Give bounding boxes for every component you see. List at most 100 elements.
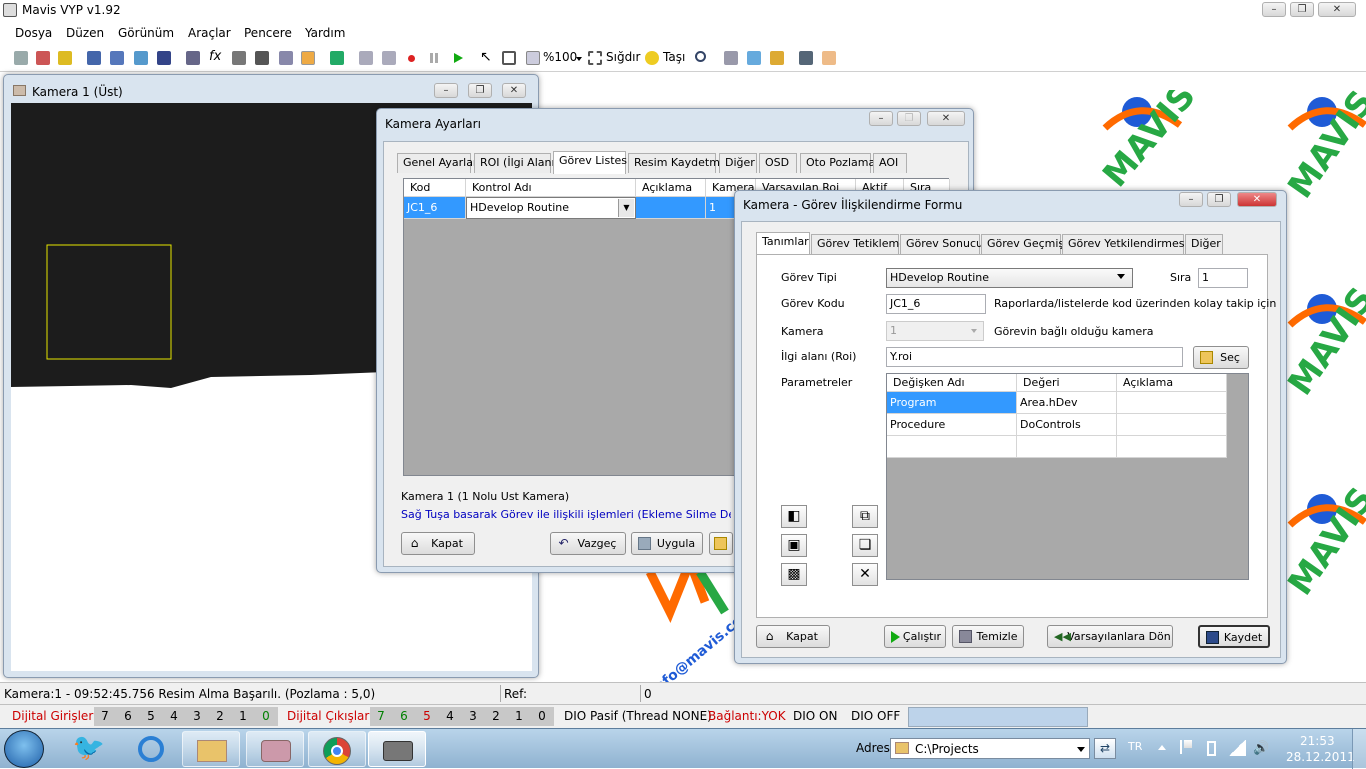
close-button[interactable]: ✕: [1318, 2, 1356, 17]
grid-icon[interactable]: [14, 51, 28, 65]
table-cell[interactable]: Area.hDev: [1017, 392, 1117, 414]
crop-icon[interactable]: [502, 51, 516, 65]
table-cell[interactable]: DoControls: [1017, 414, 1117, 436]
show-desktop-button[interactable]: [1352, 729, 1366, 769]
layout-button[interactable]: ◧: [781, 505, 807, 528]
table-cell[interactable]: Program: [887, 392, 1017, 414]
tab-gorev-gecmisi[interactable]: Görev Geçmişi: [981, 234, 1067, 254]
gear-icon[interactable]: [87, 51, 101, 65]
probe-icon[interactable]: [232, 51, 246, 65]
form-restore-button[interactable]: ❐: [1207, 192, 1231, 207]
flag-icon[interactable]: [1180, 740, 1192, 754]
task-form-window[interactable]: Kamera - Görev İlişkilendirme Formu – ❐ …: [734, 190, 1287, 664]
ruler-icon[interactable]: [255, 51, 269, 65]
calculator-icon[interactable]: [279, 51, 293, 65]
form-minimize-button[interactable]: –: [1179, 192, 1203, 207]
settings-close-button[interactable]: ✕: [927, 111, 965, 126]
pointer-icon[interactable]: ↖: [480, 49, 492, 65]
table-cell[interactable]: [1117, 414, 1227, 436]
taskbar-tools-icon[interactable]: [246, 731, 304, 767]
run-button[interactable]: Çalıştır: [884, 625, 946, 648]
camera-close-button[interactable]: ✕: [502, 83, 526, 98]
taskbar-browser-icon[interactable]: [122, 731, 180, 767]
fit-button[interactable]: Sığdır: [606, 50, 640, 64]
hand-tool-icon[interactable]: [822, 51, 836, 65]
settings-close-action-button[interactable]: ⌂ Kapat: [401, 532, 475, 555]
table-cell[interactable]: [1117, 436, 1227, 458]
clock-time[interactable]: 21:53: [1300, 734, 1335, 748]
chart-button[interactable]: ▩: [781, 563, 807, 586]
column-header[interactable]: Kontrol Adı: [466, 179, 636, 197]
task-code-input[interactable]: JC1_6: [886, 294, 986, 314]
dio-on-button[interactable]: DIO ON: [793, 709, 837, 723]
book-icon[interactable]: [330, 51, 344, 65]
zoom-page-icon[interactable]: [526, 51, 540, 65]
restore-defaults-button[interactable]: ◀◀ Varsayılanlara Dön: [1047, 625, 1173, 648]
menu-gorunum[interactable]: Görünüm: [118, 26, 174, 40]
tray-arrow-icon[interactable]: [1158, 745, 1166, 750]
tab-aoi[interactable]: AOI: [873, 153, 907, 173]
menu-pencere[interactable]: Pencere: [244, 26, 292, 40]
taskbar-camera-app-icon[interactable]: [368, 731, 426, 767]
minimize-button[interactable]: –: [1262, 2, 1286, 17]
capture-icon[interactable]: [799, 51, 813, 65]
clear-button[interactable]: Temizle: [952, 625, 1024, 648]
cancel-button[interactable]: ↶ Vazgeç: [550, 532, 626, 555]
signal-icon[interactable]: [1228, 740, 1246, 756]
chevron-down-icon[interactable]: [1077, 747, 1085, 752]
step-icon[interactable]: [359, 51, 373, 65]
table-cell[interactable]: JC1_6: [404, 197, 466, 219]
column-header[interactable]: Kod: [404, 179, 466, 197]
apply-button[interactable]: Uygula: [631, 532, 703, 555]
column-header[interactable]: Değeri: [1017, 374, 1117, 392]
function-icon[interactable]: fx: [209, 49, 221, 64]
image-button[interactable]: ▣: [781, 534, 807, 557]
order-input[interactable]: 1: [1198, 268, 1248, 288]
pause-icon[interactable]: [430, 53, 438, 63]
start-button[interactable]: [4, 730, 44, 768]
save-icon[interactable]: [157, 51, 171, 65]
measure-icon[interactable]: [186, 51, 200, 65]
chevron-down-icon[interactable]: ▼: [618, 199, 634, 217]
tab-osd[interactable]: OSD: [759, 153, 797, 173]
column-header[interactable]: Değişken Adı: [887, 374, 1017, 392]
copy-button[interactable]: ⧉: [852, 505, 878, 528]
settings-minimize-button[interactable]: –: [869, 111, 893, 126]
tab-genel-ayarlar[interactable]: Genel Ayarlar: [397, 153, 477, 173]
go-button[interactable]: ⇄: [1094, 738, 1116, 759]
menu-yardim[interactable]: Yardım: [305, 26, 345, 40]
form-close-button[interactable]: ✕: [1237, 192, 1277, 207]
plugin-icon[interactable]: [770, 51, 784, 65]
move-icon[interactable]: [645, 51, 659, 65]
zoom-dropdown-icon[interactable]: [576, 57, 582, 61]
restore-button[interactable]: ❐: [1290, 2, 1314, 17]
taskbar-explorer-icon[interactable]: [182, 731, 240, 767]
gears-icon[interactable]: [110, 51, 124, 65]
tab-gorev-listesi[interactable]: Görev Listesi: [553, 151, 630, 174]
table-cell[interactable]: [887, 436, 1017, 458]
delete-button[interactable]: ✕: [852, 563, 878, 586]
battery-icon[interactable]: [1207, 741, 1216, 756]
parameters-grid[interactable]: Değişken Adı Değeri Açıklama Program Are…: [886, 373, 1249, 580]
volume-icon[interactable]: 🔊: [1253, 741, 1269, 756]
column-header[interactable]: Açıklama: [636, 179, 706, 197]
control-combobox[interactable]: HDevelop Routine: [466, 197, 636, 219]
zoom-level[interactable]: %100: [543, 50, 577, 64]
play-icon[interactable]: [454, 53, 463, 63]
task-type-select[interactable]: HDevelop Routine: [886, 268, 1133, 288]
paste-button[interactable]: ❏: [852, 534, 878, 557]
tab-diger[interactable]: Diğer: [1185, 234, 1223, 254]
tab-gorev-sonucu[interactable]: Görev Sonucu: [900, 234, 983, 254]
language-indicator[interactable]: TR: [1128, 740, 1142, 753]
tab-gorev-yetkilendirmesi[interactable]: Görev Yetkilendirmesi: [1062, 234, 1188, 254]
form-close-action-button[interactable]: ⌂ Kapat: [756, 625, 830, 648]
tab-tanimlar[interactable]: Tanımlar: [756, 232, 810, 255]
taskbar-app-bird-icon[interactable]: 🐦: [60, 731, 118, 767]
dio-off-button[interactable]: DIO OFF: [851, 709, 900, 723]
search-icon[interactable]: [695, 51, 706, 62]
print-icon[interactable]: [724, 51, 738, 65]
chevron-down-icon[interactable]: [1117, 274, 1125, 279]
save-button[interactable]: Kaydet: [1198, 625, 1270, 648]
menu-araclar[interactable]: Araçlar: [188, 26, 231, 40]
table-cell[interactable]: [636, 197, 706, 219]
